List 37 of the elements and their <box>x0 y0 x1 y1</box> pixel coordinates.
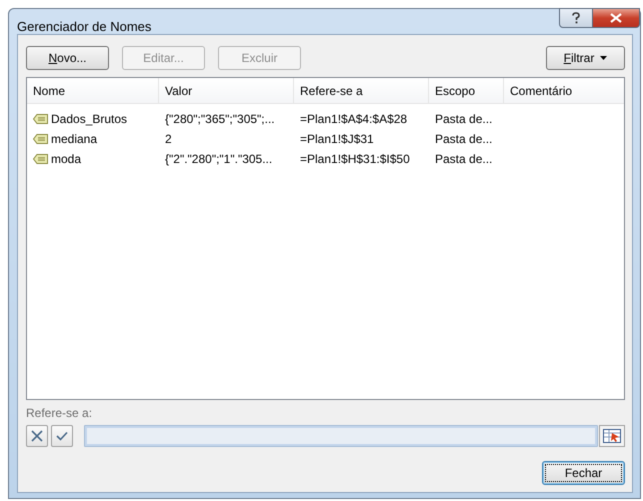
close-icon <box>610 13 622 23</box>
table-cell: Pasta de... <box>435 152 492 166</box>
range-select-icon <box>603 429 621 443</box>
table-cell: Dados_Brutos <box>51 112 128 126</box>
help-button[interactable] <box>559 8 593 28</box>
x-icon <box>30 429 44 443</box>
column-header[interactable]: Nome <box>27 78 159 103</box>
column-header[interactable]: Escopo <box>429 78 504 103</box>
close-dialog-button[interactable]: Fechar <box>542 461 625 485</box>
table-cell: Pasta de... <box>435 132 492 146</box>
confirm-button[interactable] <box>51 425 73 447</box>
close-button[interactable] <box>593 8 640 28</box>
table-cell: 2 <box>165 132 172 146</box>
table-cell: {"2"."280";"1"."305... <box>165 152 272 166</box>
question-mark-icon <box>571 12 581 24</box>
table-cell: =Plan1!$A$4:$A$28 <box>300 112 408 126</box>
table-cell: =Plan1!$J$31 <box>300 132 374 146</box>
window-title: Gerenciador de Nomes <box>17 19 152 34</box>
toolbar-button[interactable]: Novo... <box>26 46 109 70</box>
filter-button[interactable]: Filtrar <box>546 46 625 70</box>
column-header[interactable]: Refere-se a <box>294 78 429 103</box>
table-cell: Pasta de... <box>435 112 492 126</box>
table-cell: moda <box>51 152 82 166</box>
table-cell: {"280";"365";"305";... <box>165 112 275 126</box>
name-tag-icon <box>33 134 48 144</box>
refers-to-label: Refere-se a: <box>26 406 94 420</box>
table-cell: mediana <box>51 132 98 146</box>
column-header[interactable]: Comentário <box>504 78 624 103</box>
refers-to-field[interactable] <box>84 425 598 447</box>
name-tag-icon <box>33 154 48 164</box>
cancel-button[interactable] <box>26 425 48 447</box>
checkmark-icon <box>56 431 68 441</box>
column-header[interactable]: Valor <box>159 78 294 103</box>
range-picker-button[interactable] <box>599 425 625 447</box>
table-cell: =Plan1!$H$31:$I$50 <box>300 152 410 166</box>
name-tag-icon <box>33 114 48 124</box>
caret-icon <box>600 56 608 60</box>
